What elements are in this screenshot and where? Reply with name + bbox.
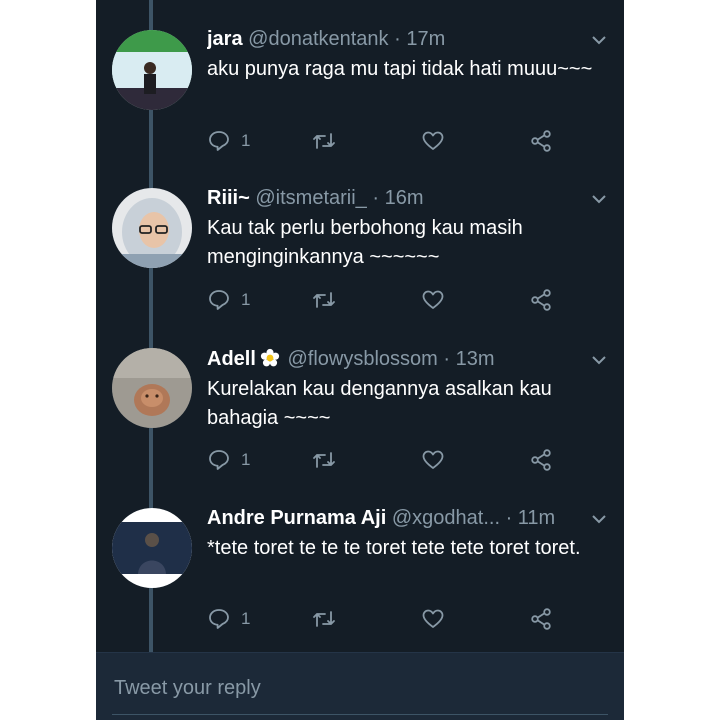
share-button[interactable] [529, 606, 553, 632]
heart-icon [422, 131, 444, 150]
retweet-button[interactable] [312, 606, 336, 632]
display-name[interactable]: jara [207, 28, 243, 50]
retweet-icon [313, 292, 335, 308]
retweet-button[interactable] [312, 128, 336, 154]
share-button[interactable] [529, 128, 553, 154]
avatar[interactable] [112, 508, 192, 588]
reply-input-underline [112, 714, 608, 715]
heart-icon [422, 450, 444, 469]
share-icon [531, 289, 551, 311]
reply-count: 1 [241, 131, 251, 150]
user-handle[interactable]: @xgodhat... [392, 507, 500, 529]
tweet-thread-screen: jara @donatkentank · 17m aku punya raga … [96, 0, 624, 720]
tweet-actions: 1 [207, 447, 567, 475]
tweet-actions: 1 [207, 128, 567, 156]
tweet-text: Kurelakan kau dengannya asalkan kau baha… [207, 378, 552, 429]
display-name[interactable]: Andre Purnama Aji [207, 507, 386, 529]
like-button[interactable] [421, 287, 445, 313]
share-icon [531, 449, 551, 471]
avatar[interactable] [112, 188, 192, 268]
timestamp: · 13m [443, 348, 495, 370]
avatar[interactable] [112, 348, 192, 428]
user-handle[interactable]: @donatkentank [248, 28, 388, 50]
share-icon [531, 608, 551, 630]
tweet-header: Adell @flowysblossom · 13m [207, 345, 584, 373]
chevron-down-icon[interactable] [590, 31, 608, 49]
retweet-icon [313, 452, 335, 468]
heart-icon [422, 609, 444, 628]
tweet-actions: 1 [207, 606, 567, 634]
like-button[interactable] [421, 606, 445, 632]
reply-icon [209, 609, 229, 629]
timestamp: · 17m [394, 28, 446, 50]
retweet-button[interactable] [312, 447, 336, 473]
reply-count: 1 [241, 609, 251, 628]
retweet-button[interactable] [312, 287, 336, 313]
reply-button[interactable]: 1 [207, 287, 250, 313]
retweet-icon [313, 133, 335, 149]
reply-button[interactable]: 1 [207, 447, 250, 473]
heart-icon [422, 290, 444, 309]
user-handle[interactable]: @itsmetarii_ [255, 187, 366, 209]
reply-count: 1 [241, 450, 251, 469]
chevron-down-icon[interactable] [590, 351, 608, 369]
chevron-down-icon[interactable] [590, 190, 608, 208]
user-handle[interactable]: @flowysblossom [287, 348, 437, 370]
like-button[interactable] [421, 128, 445, 154]
reply-button[interactable]: 1 [207, 606, 250, 632]
like-button[interactable] [421, 447, 445, 473]
tweet-text: Kau tak perlu berbohong kau masih mengin… [207, 217, 523, 268]
tweet-header: Riii~ @itsmetarii_ · 16m [207, 184, 584, 212]
tweet-text: aku punya raga mu tapi tidak hati muuu~~… [207, 58, 593, 80]
reply-count: 1 [241, 290, 251, 309]
share-button[interactable] [529, 287, 553, 313]
chevron-down-icon[interactable] [590, 510, 608, 528]
tweet-header: jara @donatkentank · 17m [207, 25, 584, 53]
tweet-text: *tete toret te te te toret tete tete tor… [207, 537, 581, 559]
retweet-icon [313, 611, 335, 627]
reply-icon [209, 290, 229, 310]
tweet-actions: 1 [207, 287, 567, 315]
avatar[interactable] [112, 30, 192, 110]
timestamp: · 16m [372, 187, 424, 209]
reply-icon [209, 131, 229, 151]
reply-composer[interactable]: Tweet your reply [96, 652, 624, 720]
reply-icon [209, 450, 229, 470]
timestamp: · 11m [505, 507, 556, 529]
share-icon [531, 130, 551, 152]
display-name[interactable]: Adell [207, 348, 256, 370]
reply-input[interactable]: Tweet your reply [114, 677, 261, 700]
display-name[interactable]: Riii~ [207, 187, 250, 209]
share-button[interactable] [529, 447, 553, 473]
tweet-header: Andre Purnama Aji @xgodhat... · 11m [207, 504, 584, 532]
reply-button[interactable]: 1 [207, 128, 250, 154]
flower-emoji-icon [260, 348, 280, 367]
